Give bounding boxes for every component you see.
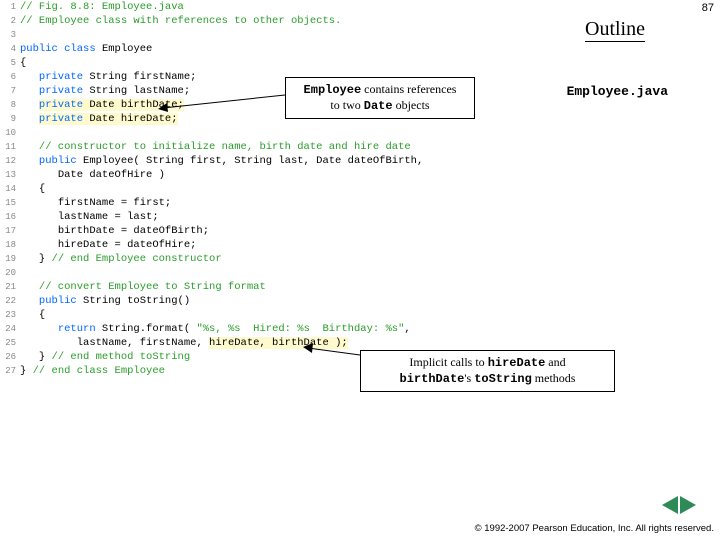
nav-arrows: [658, 496, 700, 514]
code-listing: 1// Fig. 8.8: Employee.java 2// Employee…: [0, 0, 720, 378]
code-comment: // Fig. 8.8: Employee.java: [20, 1, 184, 13]
page-number: 87: [702, 2, 714, 14]
line-num: 1: [0, 0, 20, 14]
callout-employee-references: Employee contains references to two Date…: [285, 77, 475, 119]
filename-label: Employee.java: [567, 84, 668, 99]
outline-heading: Outline: [585, 18, 645, 42]
prev-slide-icon[interactable]: [658, 496, 678, 514]
callout-tostring: Implicit calls to hireDate and birthDate…: [360, 350, 615, 392]
next-slide-icon[interactable]: [680, 496, 700, 514]
copyright-text: © 1992-2007 Pearson Education, Inc. All …: [475, 523, 714, 534]
